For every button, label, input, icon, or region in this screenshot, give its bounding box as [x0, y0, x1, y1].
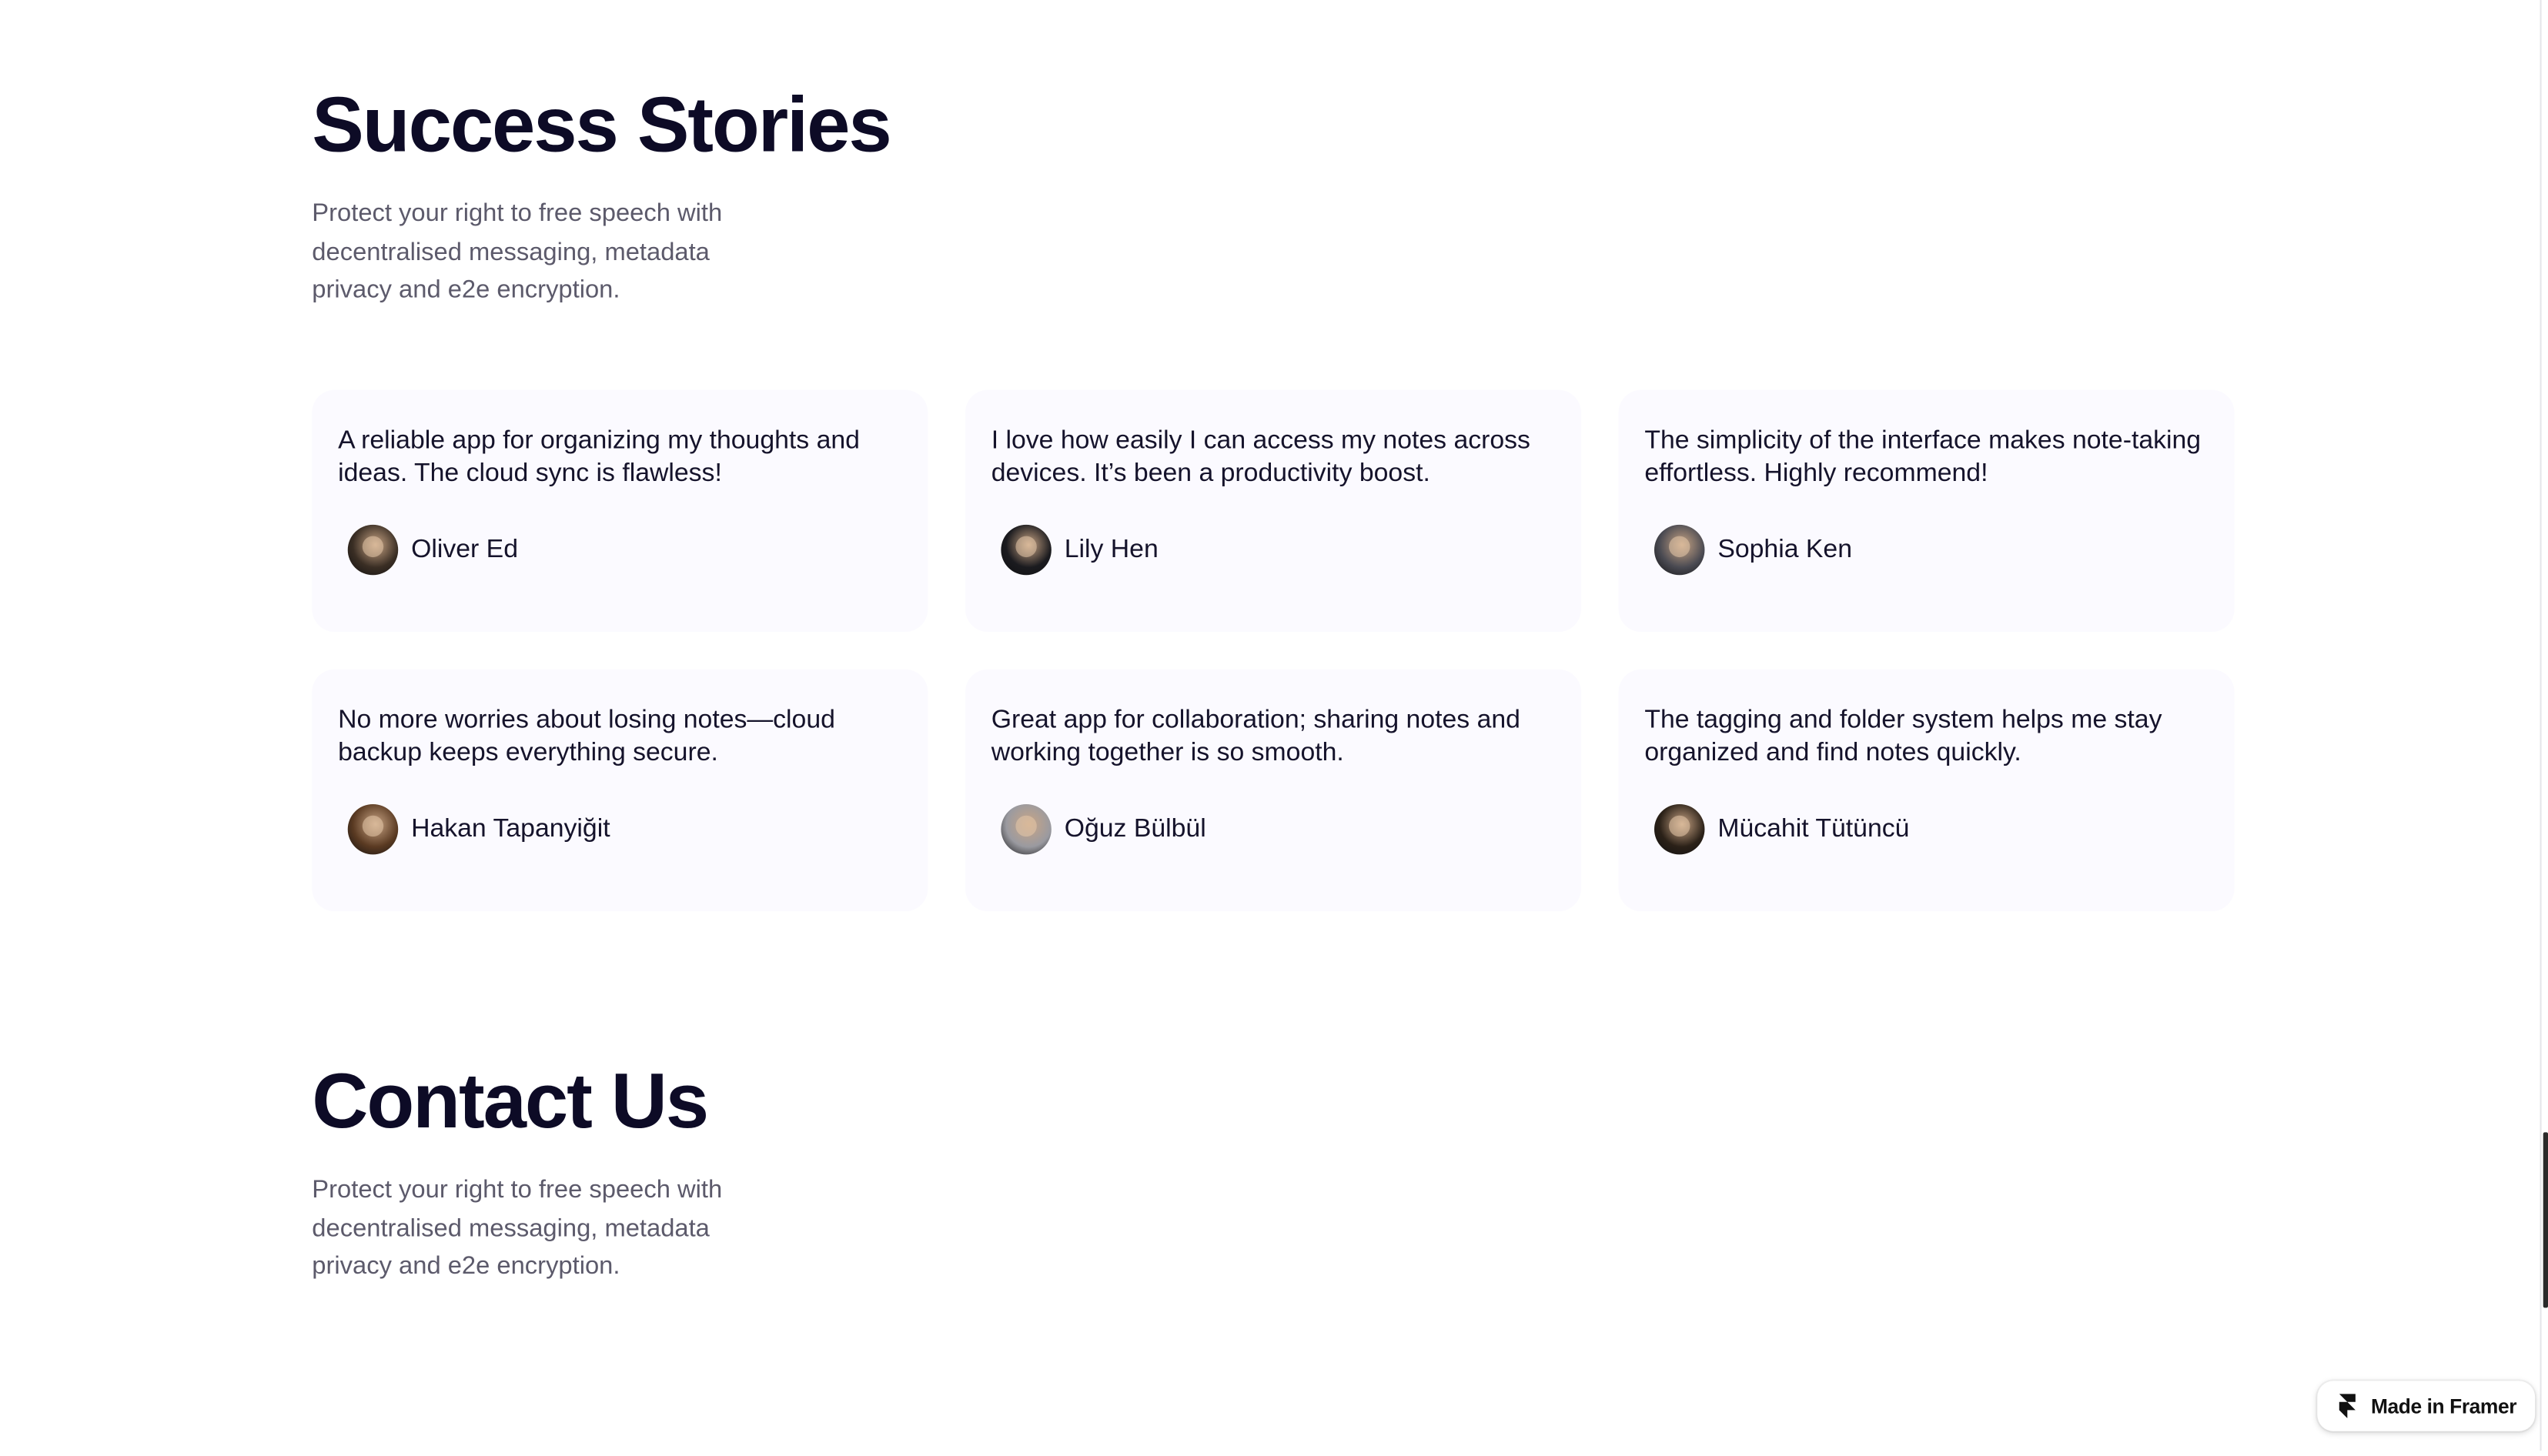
- avatar: [347, 524, 399, 576]
- testimonial-author: Mücahit Tütüncü: [1654, 803, 1910, 855]
- avatar: [1654, 524, 1705, 576]
- testimonial-card: A reliable app for organizing my thought…: [312, 389, 928, 633]
- scrollbar-track[interactable]: [2540, 0, 2542, 1451]
- avatar: [347, 803, 399, 855]
- author-name: Mücahit Tütüncü: [1717, 814, 1910, 843]
- avatar: [1001, 524, 1052, 576]
- success-stories-section: Success Stories Protect your right to fr…: [312, 82, 891, 310]
- section-description: Protect your right to free speech with d…: [312, 199, 723, 304]
- section-title: Success Stories: [312, 82, 891, 169]
- badge-label: Made in Framer: [2370, 1394, 2517, 1418]
- testimonial-quote: No more worries about losing notes—cloud…: [338, 706, 835, 767]
- section-description: Protect your right to free speech with d…: [312, 1176, 723, 1281]
- testimonial-quote: The simplicity of the interface makes no…: [1644, 427, 2202, 488]
- page: Success Stories Protect your right to fr…: [0, 0, 2548, 1455]
- author-name: Oğuz Bülbül: [1064, 814, 1206, 843]
- testimonial-card: The tagging and folder system helps me s…: [1618, 669, 2235, 912]
- section-title: Contact Us: [312, 1059, 709, 1146]
- avatar: [1001, 803, 1052, 855]
- contact-section: Contact Us Protect your right to free sp…: [312, 1057, 767, 1286]
- author-name: Oliver Ed: [411, 535, 518, 563]
- testimonial-author: Sophia Ken: [1654, 524, 1852, 576]
- testimonial-card: Great app for collaboration; sharing not…: [965, 669, 1582, 912]
- testimonial-grid: A reliable app for organizing my thought…: [312, 389, 2235, 912]
- made-in-framer-badge[interactable]: Made in Framer: [2317, 1381, 2536, 1431]
- testimonial-author: Oliver Ed: [347, 524, 518, 576]
- author-name: Sophia Ken: [1717, 535, 1852, 563]
- framer-logo-icon: [2339, 1394, 2356, 1418]
- scrollbar-thumb[interactable]: [2543, 1132, 2548, 1308]
- avatar: [1654, 803, 1705, 855]
- testimonial-quote: A reliable app for organizing my thought…: [338, 427, 860, 488]
- testimonial-author: Hakan Tapanyiğit: [347, 803, 610, 855]
- testimonial-author: Lily Hen: [1001, 524, 1159, 576]
- testimonial-card: I love how easily I can access my notes …: [965, 389, 1582, 633]
- testimonial-quote: I love how easily I can access my notes …: [991, 427, 1530, 488]
- author-name: Hakan Tapanyiğit: [411, 814, 610, 843]
- testimonial-card: The simplicity of the interface makes no…: [1618, 389, 2235, 633]
- testimonial-card: No more worries about losing notes—cloud…: [312, 669, 928, 912]
- testimonial-quote: Great app for collaboration; sharing not…: [991, 706, 1520, 767]
- author-name: Lily Hen: [1064, 535, 1159, 563]
- testimonial-quote: The tagging and folder system helps me s…: [1644, 706, 2162, 767]
- testimonial-author: Oğuz Bülbül: [1001, 803, 1206, 855]
